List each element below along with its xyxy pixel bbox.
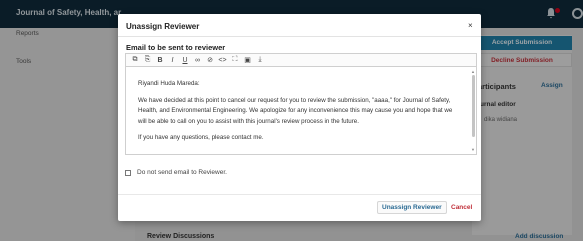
upload-icon[interactable]: ⤓: [254, 54, 266, 66]
copy-icon[interactable]: ⧉: [129, 54, 141, 66]
unassign-reviewer-modal: Unassign Reviewer × Email to be sent to …: [118, 14, 481, 221]
paste-icon[interactable]: ⎘: [142, 54, 154, 66]
editor-toolbar: ⧉ ⎘ B I U ∞ ⊘ <> ⛶ ▣ ⤓: [125, 53, 477, 67]
bold-icon[interactable]: B: [154, 54, 166, 66]
divider: [118, 194, 481, 195]
scroll-down-icon[interactable]: ▼: [471, 147, 475, 152]
image-icon[interactable]: ▣: [242, 54, 254, 66]
underline-icon[interactable]: U: [179, 54, 191, 66]
skip-email-row: Do not send email to Reviewer.: [125, 169, 227, 176]
unlink-icon[interactable]: ⊘: [204, 54, 216, 66]
email-label: Email to be sent to reviewer: [126, 43, 226, 52]
email-body-editor[interactable]: Riyandi Huda Mareda: We have decided at …: [125, 67, 477, 155]
link-icon[interactable]: ∞: [192, 54, 204, 66]
close-icon[interactable]: ×: [468, 21, 473, 30]
email-body[interactable]: Riyandi Huda Mareda: We have decided at …: [138, 79, 456, 150]
editor-scrollbar[interactable]: ▲ ▼: [471, 69, 476, 153]
cancel-button[interactable]: Cancel: [451, 204, 472, 211]
unassign-reviewer-button[interactable]: Unassign Reviewer: [377, 201, 447, 214]
divider: [118, 36, 481, 37]
scroll-thumb[interactable]: [472, 75, 475, 137]
code-icon[interactable]: <>: [217, 54, 229, 66]
scroll-up-icon[interactable]: ▲: [471, 69, 475, 74]
email-greeting: Riyandi Huda Mareda:: [138, 80, 200, 87]
skip-email-checkbox[interactable]: [125, 169, 131, 176]
email-paragraph: We have decided at this point to cancel …: [138, 96, 453, 125]
email-closing: If you have any questions, please contac…: [138, 134, 264, 141]
skip-email-label[interactable]: Do not send email to Reviewer.: [137, 169, 227, 176]
modal-title: Unassign Reviewer: [126, 22, 200, 31]
fullscreen-icon[interactable]: ⛶: [229, 54, 241, 66]
italic-icon[interactable]: I: [167, 54, 179, 66]
